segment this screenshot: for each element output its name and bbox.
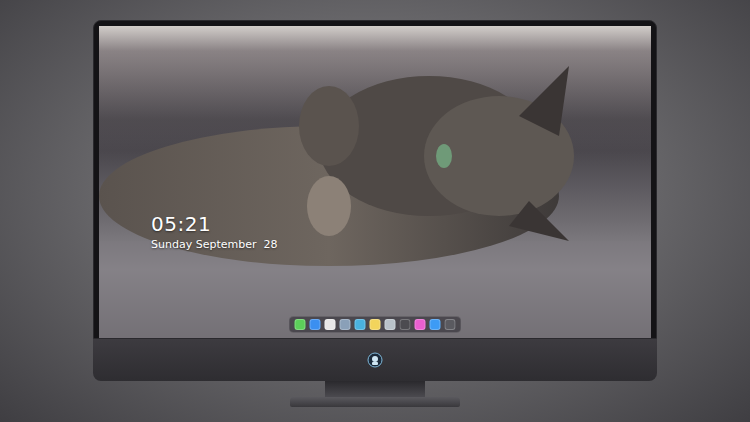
monitor: 05:21 Sunday September 28 <box>93 20 657 407</box>
app-icon[interactable] <box>415 319 426 330</box>
clock-date: Sunday September 28 <box>151 238 277 252</box>
monitor-neck <box>325 381 425 397</box>
lock-screen: 05:21 Sunday September 28 <box>99 26 651 338</box>
app-icon[interactable] <box>340 319 351 330</box>
app-icon[interactable] <box>310 319 321 330</box>
app-icon[interactable] <box>295 319 306 330</box>
app-icon[interactable] <box>385 319 396 330</box>
lock-clock: 05:21 Sunday September 28 <box>151 212 277 252</box>
app-icon[interactable] <box>430 319 441 330</box>
app-icon[interactable] <box>325 319 336 330</box>
dock <box>289 316 462 333</box>
monitor-base <box>290 397 460 407</box>
monitor-bezel: 05:21 Sunday September 28 <box>93 20 657 339</box>
monitor-chin <box>93 339 657 381</box>
cat-photo <box>99 26 651 338</box>
brand-logo-icon <box>367 352 383 368</box>
app-icon[interactable] <box>370 319 381 330</box>
clock-time: 05:21 <box>151 212 277 236</box>
app-icon[interactable] <box>445 319 456 330</box>
app-icon[interactable] <box>400 319 411 330</box>
app-icon[interactable] <box>355 319 366 330</box>
